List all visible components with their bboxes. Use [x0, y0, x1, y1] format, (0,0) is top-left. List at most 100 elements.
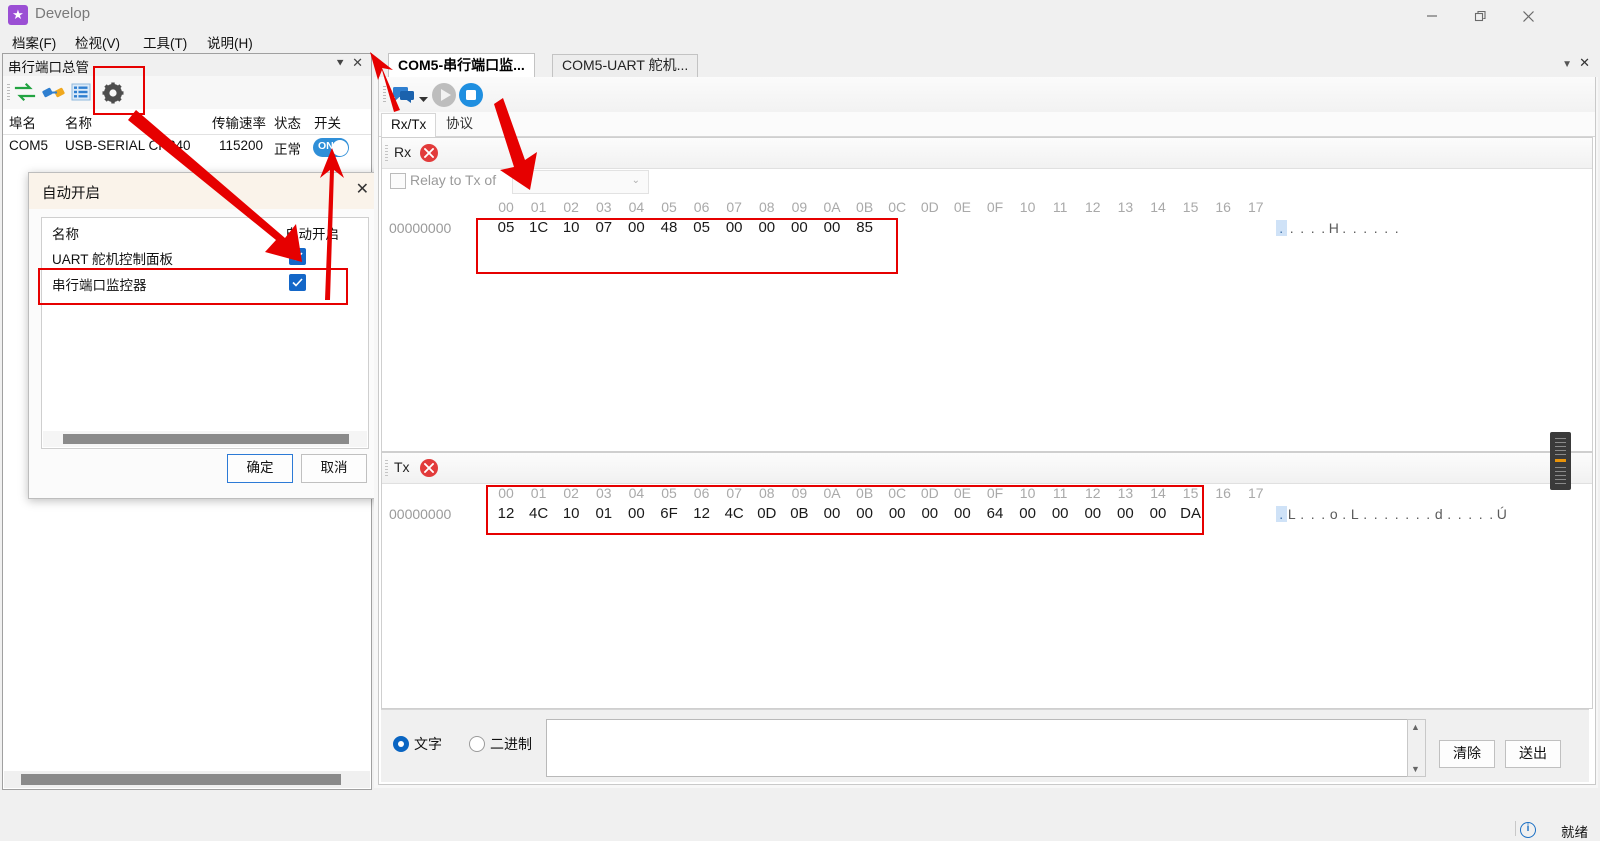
menu-item-tools[interactable]: 工具(T) — [143, 32, 187, 52]
rx-col-header: 01 — [530, 199, 547, 215]
menu-item-file[interactable]: 档案(F) — [12, 32, 56, 52]
close-circle-icon[interactable] — [420, 144, 438, 162]
rx-col-header: 16 — [1215, 199, 1231, 215]
column-port: 埠名 — [9, 116, 36, 131]
rx-col-header: 10 — [1019, 199, 1036, 215]
close-circle-icon[interactable] — [420, 459, 438, 477]
pane-grip[interactable] — [385, 460, 388, 476]
rx-label: Rx — [394, 144, 412, 160]
send-input-vscrollbar[interactable]: ▲ ▼ — [1407, 719, 1426, 777]
radio-dot — [393, 736, 409, 752]
tx-ascii-char: . — [1300, 506, 1305, 522]
menu-item-view[interactable]: 检视(V) — [75, 32, 120, 52]
list-item-label: UART 舵机控制面板 — [52, 252, 174, 267]
port-switch-toggle[interactable]: ON — [313, 138, 349, 157]
rx-pane: Rx Relay to Tx of ⌄ 00 01 02 03 04 05 06 07 08 09… — [381, 137, 1593, 452]
close-icon[interactable]: ✕ — [352, 55, 363, 71]
stop-icon[interactable] — [457, 81, 485, 112]
list-item[interactable]: UART 舵机控制面板 — [42, 244, 368, 269]
message-icon[interactable] — [391, 83, 419, 107]
dialog-title: 自动开启 — [42, 186, 100, 202]
rx-col-header: 0A — [823, 199, 841, 215]
table-row[interactable]: COM5 USB-SERIAL CH340 115200 正常 ON — [3, 134, 371, 161]
clear-button[interactable]: 清除 — [1439, 740, 1495, 768]
connect-plug-icon[interactable] — [41, 81, 67, 105]
relay-checkbox[interactable] — [390, 173, 406, 189]
rx-ascii-char: . — [1310, 220, 1315, 236]
rx-ascii-char: . — [1321, 220, 1326, 236]
rx-col-header: 04 — [628, 199, 645, 215]
tx-ascii-char: . — [1363, 506, 1368, 522]
close-icon[interactable]: ✕ — [1579, 55, 1590, 71]
tx-ascii-char: . — [1373, 506, 1378, 522]
column-switch: 开关 — [314, 116, 341, 131]
info-icon: i — [1520, 822, 1536, 838]
scrollbar-thumb[interactable] — [21, 774, 341, 785]
column-baud: 传输速率 — [212, 116, 266, 131]
rx-col-header: 13 — [1117, 199, 1134, 215]
toolbar-grip[interactable] — [383, 86, 386, 104]
annotation-box-monitor-row — [38, 268, 348, 305]
tx-ascii-char: . — [1276, 506, 1287, 522]
auto-start-dialog: 自动开启 ✕ 名称 自动开启 UART 舵机控制面板 串行端口监控器 确定 取消 — [28, 172, 380, 499]
rx-ascii-char: . — [1373, 220, 1378, 236]
ok-button[interactable]: 确定 — [227, 454, 293, 483]
dialog-hscrollbar[interactable] — [43, 431, 367, 447]
rx-hex-column-headers: 00 01 02 03 04 05 06 07 08 09 0A 0B 0C 0D 0E 0F 10 11 12 13… — [493, 199, 1313, 217]
dialog-column-name: 名称 — [52, 227, 79, 242]
chevron-down-icon: ⌄ — [631, 175, 640, 186]
close-icon[interactable] — [1504, 0, 1552, 30]
cell-name: USB-SERIAL CH340 — [65, 138, 191, 153]
triangle-down-icon[interactable]: ▼ — [1411, 764, 1420, 774]
rx-col-header: 15 — [1182, 199, 1199, 215]
menu-item-help[interactable]: 说明(H) — [207, 32, 253, 52]
triangle-up-icon[interactable]: ▲ — [1411, 722, 1420, 732]
refresh-icon[interactable] — [13, 81, 39, 105]
rx-pane-header: Rx — [382, 138, 1592, 169]
tx-ascii-char: Ú — [1496, 506, 1507, 522]
scrollbar-thumb[interactable] — [63, 434, 349, 444]
send-input[interactable] — [546, 719, 1408, 777]
annotation-box-rx-bytes — [476, 218, 898, 274]
tx-ascii: .L...o.L.......d.....Ú — [1276, 506, 1507, 522]
rx-col-header: 02 — [563, 199, 579, 215]
application-window: ★ Develop 档案(F) 检视(V) 工具(T) 说明(H) 串行端口总管… — [0, 0, 1600, 840]
relay-target-select[interactable]: ⌄ — [512, 170, 649, 194]
send-area: 文字 二进制 ▲ ▼ 清除 送出 — [381, 709, 1589, 782]
tab-uart-servo[interactable]: COM5-UART 舵机... — [552, 54, 699, 78]
pin-icon[interactable]: ⯆ — [335, 56, 345, 71]
dialog-header: 自动开启 ✕ — [29, 173, 379, 209]
minimize-icon[interactable] — [1408, 0, 1456, 30]
tx-ascii-char: . — [1405, 506, 1410, 522]
rx-ascii-char: H — [1328, 220, 1339, 236]
maximize-icon[interactable] — [1456, 0, 1504, 30]
play-icon[interactable] — [430, 81, 458, 112]
annotation-box-tx-bytes — [486, 485, 1204, 535]
autostart-checkbox[interactable] — [289, 248, 306, 265]
window-title: Develop — [35, 5, 91, 22]
rx-col-header: 17 — [1248, 199, 1264, 215]
rx-ascii-char: . — [1342, 220, 1347, 236]
chevron-down-icon[interactable]: ▼ — [1562, 59, 1572, 70]
inner-tab-strip: Rx/Tx 协议 — [379, 112, 1595, 138]
rx-col-header: 0E — [953, 199, 971, 215]
tab-rxtx[interactable]: Rx/Tx — [381, 113, 437, 138]
toolbar-grip[interactable] — [7, 84, 10, 102]
port-table-header: 埠名 名称 传输速率 状态 开关 — [3, 109, 371, 135]
title-bar: ★ Develop — [0, 0, 1600, 30]
pane-grip[interactable] — [385, 145, 388, 161]
left-panel-hscrollbar[interactable] — [4, 771, 370, 788]
overlay-scroll-handle[interactable] — [1550, 432, 1571, 490]
tx-ascii-char: . — [1489, 506, 1494, 522]
tab-serial-monitor[interactable]: COM5-串行端口监... — [388, 53, 535, 78]
cancel-button[interactable]: 取消 — [301, 454, 367, 483]
dialog-list[interactable]: 名称 自动开启 UART 舵机控制面板 串行端口监控器 — [41, 217, 369, 449]
close-icon[interactable]: ✕ — [356, 179, 369, 199]
tx-ascii-char: d — [1434, 506, 1443, 522]
tab-protocol[interactable]: 协议 — [437, 113, 482, 136]
send-button[interactable]: 送出 — [1505, 740, 1561, 768]
rx-col-header: 0B — [856, 199, 874, 215]
chevron-down-icon[interactable] — [419, 90, 428, 106]
tx-ascii-char: . — [1310, 506, 1315, 522]
status-text: 就绪 — [1561, 825, 1588, 840]
